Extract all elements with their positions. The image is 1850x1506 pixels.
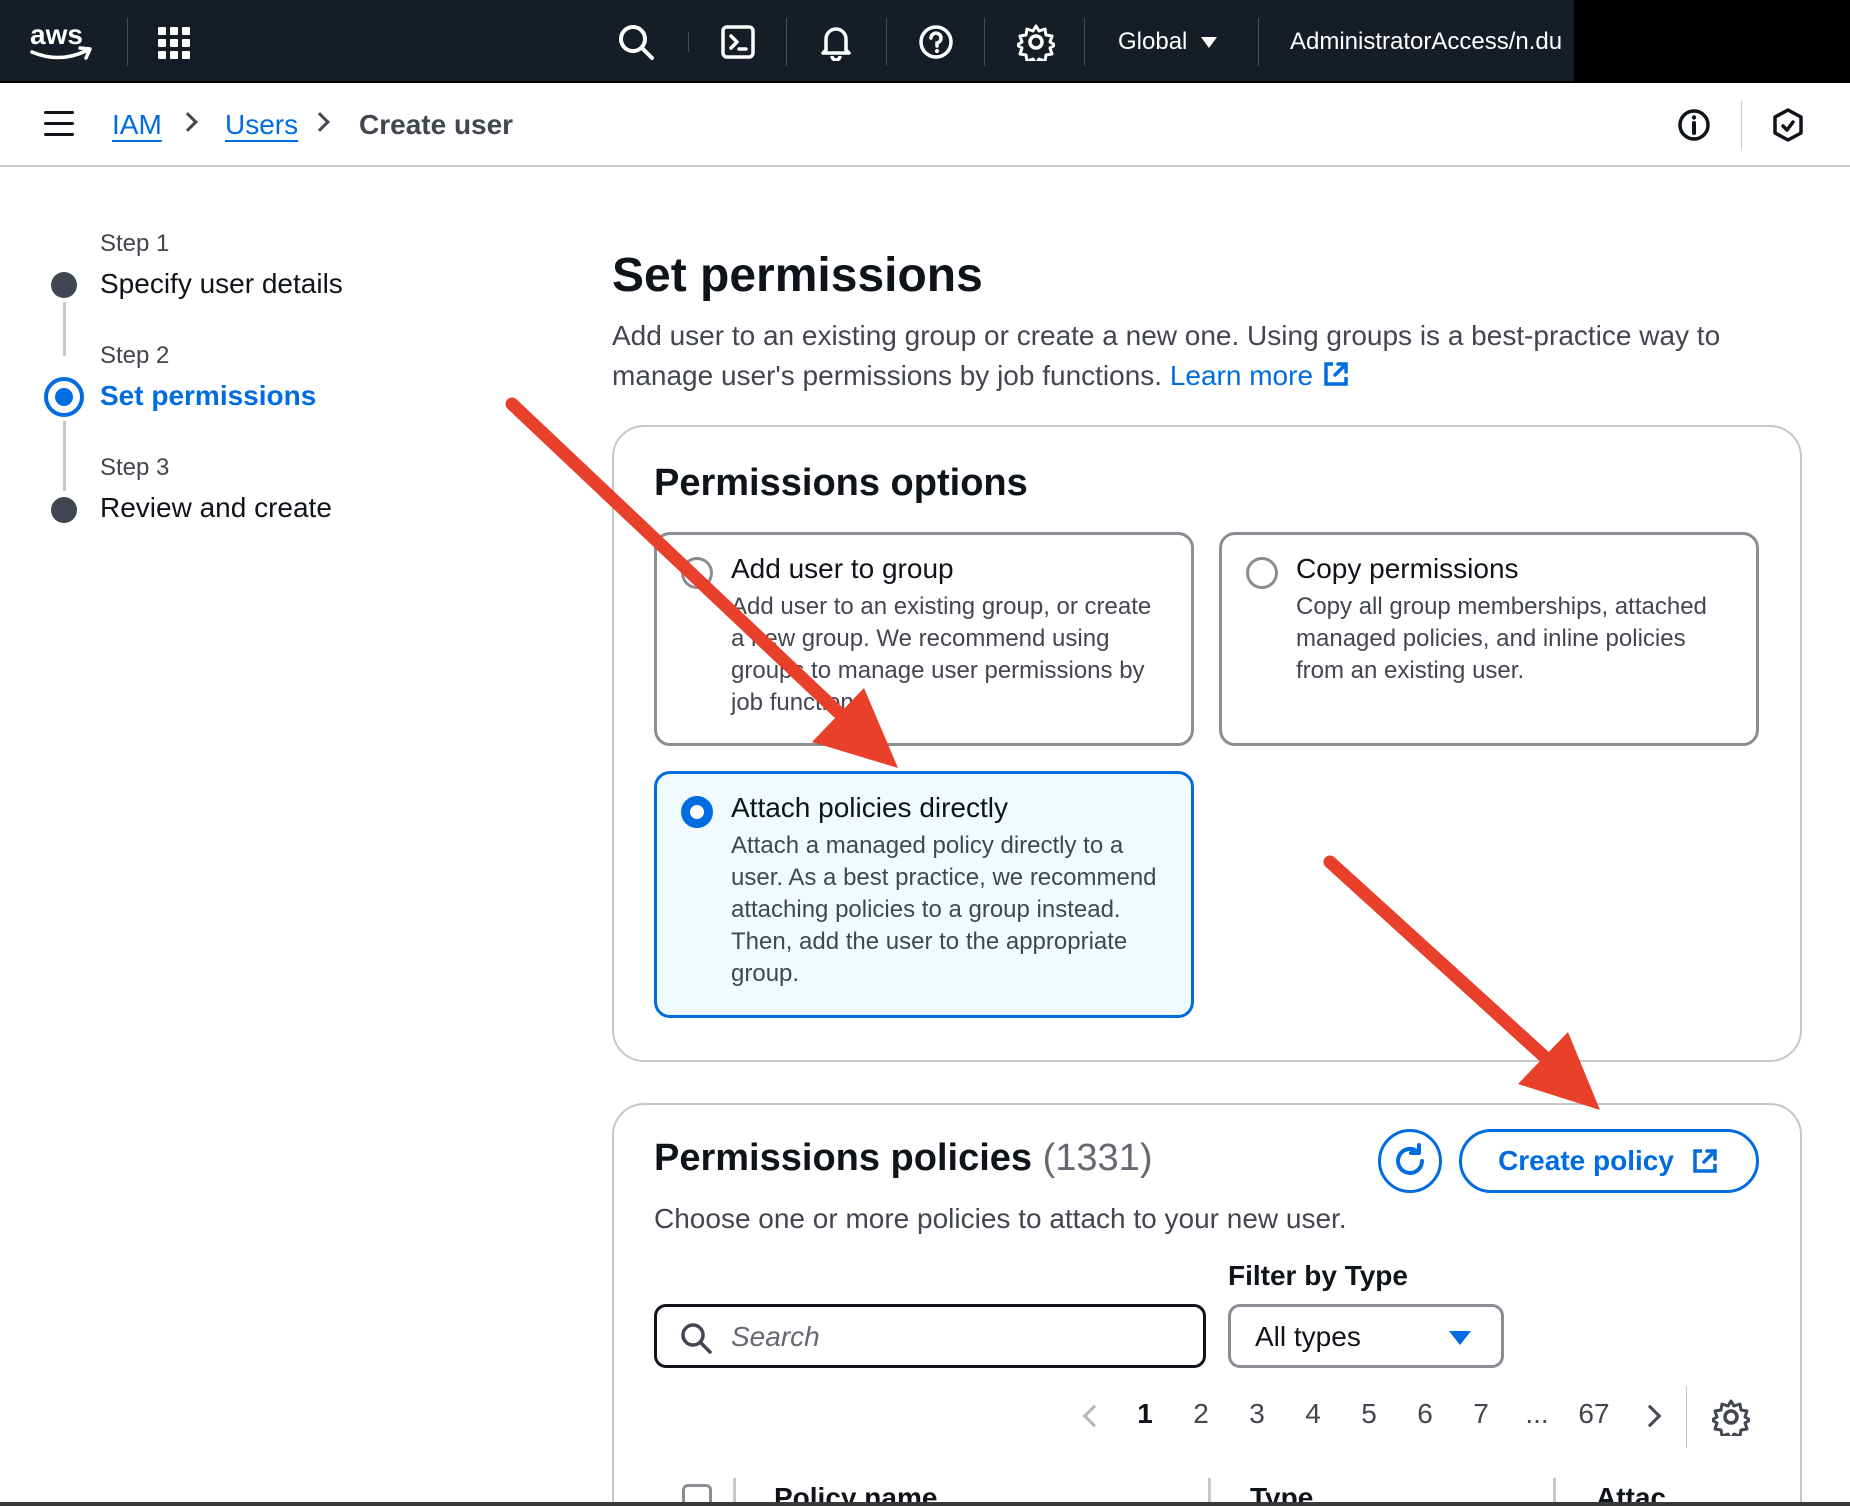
option-add-user-to-group[interactable]: Add user to group Add user to an existin… (654, 532, 1194, 746)
breadcrumb-users[interactable]: Users (225, 107, 298, 143)
option-title: Attach policies directly (731, 792, 1009, 823)
help-icon[interactable] (914, 20, 958, 64)
settings-gear-icon[interactable] (1014, 20, 1058, 64)
nav-divider (886, 18, 887, 66)
breadcrumb-create-user: Create user (359, 109, 514, 140)
step-1-label: Step 1 (100, 230, 170, 257)
search-placeholder: Search (731, 1321, 820, 1352)
radio-copy-permissions[interactable] (1246, 557, 1278, 589)
external-link-icon (1324, 362, 1348, 386)
search-input[interactable]: Search (654, 1304, 1206, 1368)
step-1-title[interactable]: Specify user details (100, 268, 343, 300)
option-description: Attach a managed policy directly to a us… (731, 832, 1157, 987)
notifications-bell-icon[interactable] (814, 20, 858, 64)
page-3[interactable]: 3 (1237, 1398, 1277, 1430)
utility-divider (1741, 101, 1742, 149)
external-link-icon (1693, 1149, 1717, 1173)
option-title: Copy permissions (1296, 553, 1519, 584)
search-icon[interactable] (614, 20, 658, 64)
radio-add-user-to-group[interactable] (681, 557, 713, 589)
page-description-text: Add user to an existing group or create … (612, 320, 1721, 391)
page-1[interactable]: 1 (1125, 1398, 1165, 1430)
step-connector (63, 421, 66, 491)
step-3-indicator (51, 497, 77, 523)
option-copy-permissions[interactable]: Copy permissions Copy all group membersh… (1219, 532, 1759, 746)
caret-down-icon (1201, 36, 1218, 48)
refresh-button[interactable] (1378, 1129, 1442, 1193)
security-shield-icon[interactable] (1768, 105, 1808, 145)
hamburger-menu-icon[interactable] (44, 111, 74, 137)
nav-divider (1258, 18, 1259, 66)
redacted-area (1574, 0, 1850, 83)
page-4[interactable]: 4 (1293, 1398, 1333, 1430)
permissions-options-title: Permissions options (654, 462, 1028, 504)
filter-type-value: All types (1255, 1321, 1361, 1352)
page-description: Add user to an existing group or create … (612, 316, 1762, 396)
radio-attach-policies-directly[interactable] (681, 796, 713, 828)
region-selector[interactable]: Global (1118, 24, 1218, 60)
search-icon (681, 1323, 712, 1354)
learn-more-label: Learn more (1169, 360, 1314, 391)
caret-down-icon (1449, 1331, 1471, 1345)
page-title: Set permissions (612, 249, 983, 302)
nav-divider (1084, 18, 1085, 66)
page-2[interactable]: 2 (1181, 1398, 1221, 1430)
step-1-indicator (51, 272, 77, 298)
policies-description: Choose one or more policies to attach to… (654, 1203, 1347, 1234)
cloudshell-icon[interactable] (716, 20, 760, 64)
filter-by-type-label: Filter by Type (1228, 1260, 1408, 1291)
aws-logo[interactable]: aws (26, 16, 98, 64)
nav-divider (127, 18, 128, 66)
option-title: Add user to group (731, 553, 954, 584)
page-6[interactable]: 6 (1405, 1398, 1445, 1430)
window-bottom-edge (0, 1502, 1850, 1506)
step-2-label: Step 2 (100, 342, 170, 369)
region-label: Global (1118, 28, 1188, 55)
option-description: Add user to an existing group, or create… (731, 593, 1152, 716)
nav-divider (688, 32, 689, 52)
step-2-title: Set permissions (100, 380, 317, 411)
permissions-policies-title-text: Permissions policies (654, 1137, 1033, 1179)
breadcrumb-iam[interactable]: IAM (112, 107, 162, 143)
account-menu[interactable]: AdministratorAccess/n.du (1290, 24, 1574, 60)
services-grid-icon[interactable] (156, 25, 192, 61)
breadcrumb-bar: IAM Users Create user (0, 83, 1850, 167)
page-7[interactable]: 7 (1461, 1398, 1501, 1430)
step-3-label: Step 3 (100, 454, 170, 481)
permissions-policies-title: Permissions policies (1331) (654, 1137, 1152, 1180)
nav-divider (984, 18, 985, 66)
create-policy-label: Create policy (1498, 1145, 1674, 1176)
info-icon[interactable] (1674, 105, 1714, 145)
page-67[interactable]: 67 (1573, 1398, 1615, 1430)
nav-divider (786, 18, 787, 66)
create-policy-button[interactable]: Create policy (1459, 1129, 1759, 1193)
top-navigation: aws Global AdministratorAccess/n.du (0, 0, 1850, 83)
table-preferences-gear-icon[interactable] (1710, 1398, 1752, 1441)
step-3-title: Review and create (100, 492, 332, 523)
filter-type-select[interactable]: All types (1228, 1304, 1504, 1368)
svg-text:aws: aws (30, 19, 83, 50)
chevron-right-icon (178, 112, 198, 132)
option-description: Copy all group memberships, attached man… (1296, 593, 1707, 684)
learn-more-link[interactable]: Learn more (1170, 360, 1351, 391)
option-attach-policies-directly[interactable]: Attach policies directly Attach a manage… (654, 771, 1194, 1018)
page-5[interactable]: 5 (1349, 1398, 1389, 1430)
policy-count: (1331) (1042, 1137, 1153, 1179)
chevron-right-icon (310, 112, 330, 132)
refresh-icon (1396, 1143, 1424, 1175)
pagination-divider (1686, 1386, 1687, 1448)
page-ellipsis: ... (1525, 1398, 1549, 1429)
step-2-indicator (44, 377, 84, 417)
step-connector (63, 302, 66, 356)
